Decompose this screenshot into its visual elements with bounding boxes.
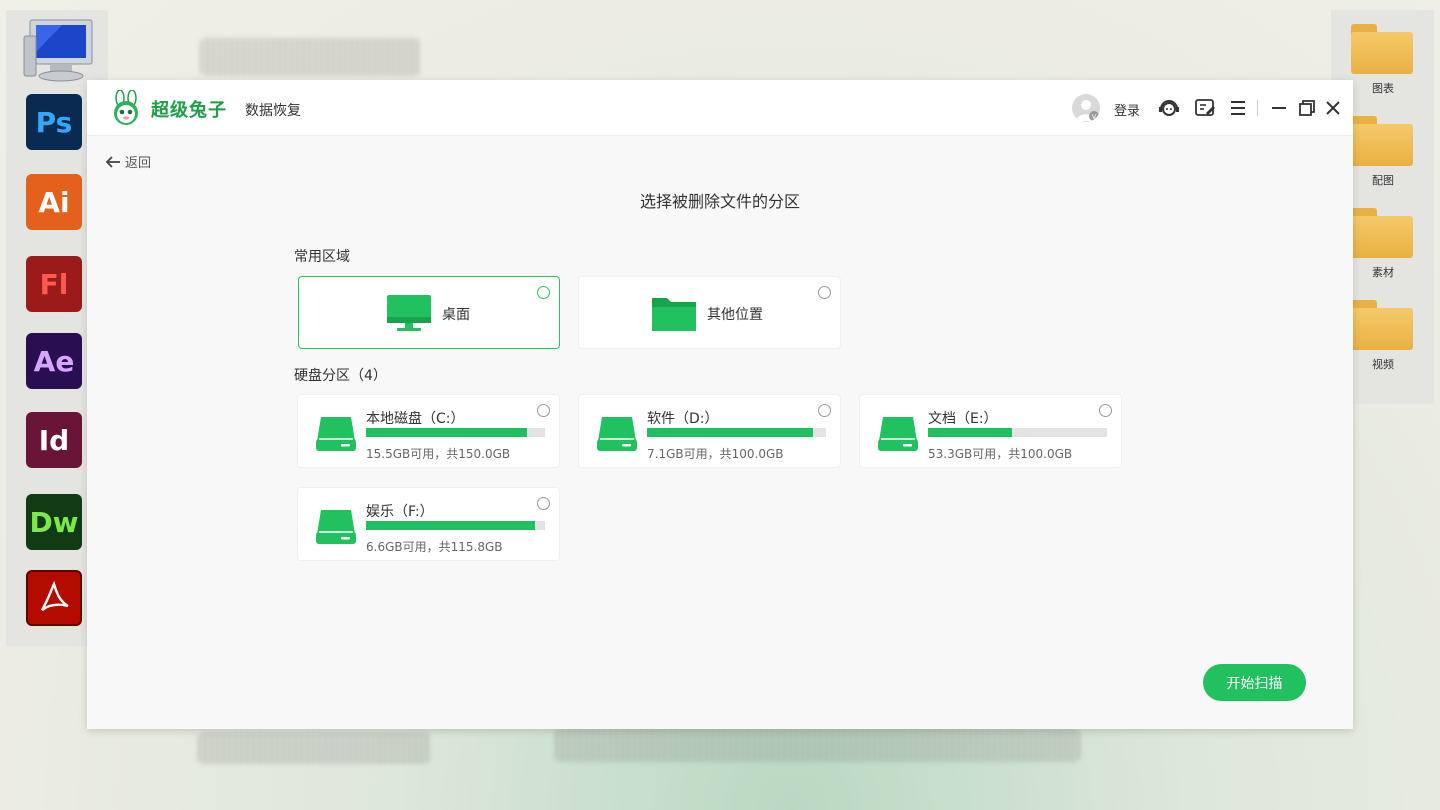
after-effects-icon[interactable]: Ae — [26, 333, 82, 389]
location-label: 其他位置 — [707, 307, 763, 323]
folder-body — [1351, 216, 1413, 258]
acrobat-icon[interactable] — [26, 570, 82, 626]
back-button[interactable]: 返回 — [105, 152, 151, 171]
drive-card-d[interactable]: 软件（D:） 7.1GB可用，共100.0GB — [578, 394, 841, 468]
drive-radio[interactable] — [537, 404, 550, 417]
title-bar: 超级兔子 数据恢复 V 登录 — [87, 80, 1353, 136]
start-scan-button[interactable]: 开始扫描 — [1203, 664, 1306, 701]
drive-usage-fill — [647, 428, 814, 437]
drive-free-space: 15.5GB可用，共150.0GB — [366, 447, 511, 461]
desktop-smudge — [555, 728, 1080, 762]
folder-label: 配图 — [1372, 174, 1394, 187]
drive-usage-fill — [366, 521, 535, 530]
user-avatar[interactable]: V — [1072, 94, 1100, 122]
customer-service-icon[interactable] — [1157, 96, 1181, 120]
indesign-icon[interactable]: Id — [26, 412, 82, 468]
drive-radio[interactable] — [818, 404, 831, 417]
drive-usage-fill — [366, 428, 527, 437]
folder-open-icon — [652, 298, 696, 331]
drive-name: 娱乐（F:） — [366, 504, 434, 520]
common-section-label: 常用区域 — [294, 249, 350, 265]
page-title: 选择被删除文件的分区 — [639, 192, 800, 211]
location-label: 桌面 — [442, 307, 470, 323]
folder-label: 素材 — [1372, 266, 1394, 279]
menu-icon[interactable] — [1226, 96, 1250, 120]
dreamweaver-icon[interactable]: Dw — [26, 494, 82, 550]
desktop-smudge — [198, 732, 430, 764]
drive-card-e[interactable]: 文档（E:） 53.3GB可用，共100.0GB — [859, 394, 1122, 468]
desktop-smudge — [200, 38, 420, 76]
location-radio[interactable] — [818, 286, 831, 299]
drive-name: 本地磁盘（C:） — [366, 411, 465, 427]
drive-usage-bar — [366, 428, 545, 437]
hard-drive-icon — [316, 417, 356, 451]
monitor-icon — [387, 295, 431, 331]
drive-usage-fill — [928, 428, 1012, 437]
folder-body — [1351, 308, 1413, 350]
location-radio[interactable] — [537, 286, 550, 299]
hard-drive-icon — [597, 417, 637, 451]
hard-drive-icon — [878, 417, 918, 451]
login-link[interactable]: 登录 — [1114, 100, 1140, 119]
drive-free-space: 6.6GB可用，共115.8GB — [366, 540, 503, 554]
drive-card-c[interactable]: 本地磁盘（C:） 15.5GB可用，共150.0GB — [297, 394, 560, 468]
acrobat-logo-icon — [40, 580, 69, 611]
location-card-other[interactable]: 其他位置 — [578, 276, 841, 349]
minimize-icon[interactable] — [1267, 96, 1291, 120]
titlebar-divider — [1257, 100, 1258, 116]
location-card-desktop[interactable]: 桌面 — [298, 276, 560, 349]
folder-label: 视频 — [1372, 358, 1394, 371]
app-window: 超级兔子 数据恢复 V 登录 返回 选择被删除文件的分区 常用区域 桌面 其他位… — [87, 80, 1353, 729]
folder-body — [1351, 32, 1413, 74]
rabbit-logo-icon — [114, 90, 138, 125]
drive-usage-bar — [928, 428, 1107, 437]
brand-name: 超级兔子 — [151, 100, 227, 121]
folder-body — [1351, 124, 1413, 166]
close-icon[interactable] — [1321, 96, 1345, 120]
arrow-left-icon — [105, 155, 120, 168]
feedback-icon[interactable] — [1193, 96, 1217, 120]
hard-drive-icon — [316, 510, 356, 544]
svg-text:V: V — [1092, 113, 1097, 121]
drive-free-space: 53.3GB可用，共100.0GB — [928, 447, 1073, 461]
drive-radio[interactable] — [1099, 404, 1112, 417]
computer-icon[interactable] — [22, 16, 96, 84]
illustrator-icon[interactable]: Ai — [26, 174, 82, 230]
flash-icon[interactable]: Fl — [26, 256, 82, 312]
drive-free-space: 7.1GB可用，共100.0GB — [647, 447, 784, 461]
user-icon: V — [1076, 100, 1099, 121]
back-label: 返回 — [125, 156, 152, 171]
drive-radio[interactable] — [537, 497, 550, 510]
drive-usage-bar — [366, 521, 545, 530]
brand-subtitle: 数据恢复 — [245, 103, 301, 119]
folder-label: 图表 — [1372, 82, 1394, 95]
restore-icon[interactable] — [1295, 96, 1319, 120]
drive-name: 软件（D:） — [647, 411, 719, 427]
drive-usage-bar — [647, 428, 826, 437]
photoshop-icon[interactable]: Ps — [26, 94, 82, 150]
drive-card-f[interactable]: 娱乐（F:） 6.6GB可用，共115.8GB — [297, 487, 560, 561]
disk-section-label: 硬盘分区（4） — [294, 368, 387, 384]
drive-name: 文档（E:） — [928, 411, 998, 427]
